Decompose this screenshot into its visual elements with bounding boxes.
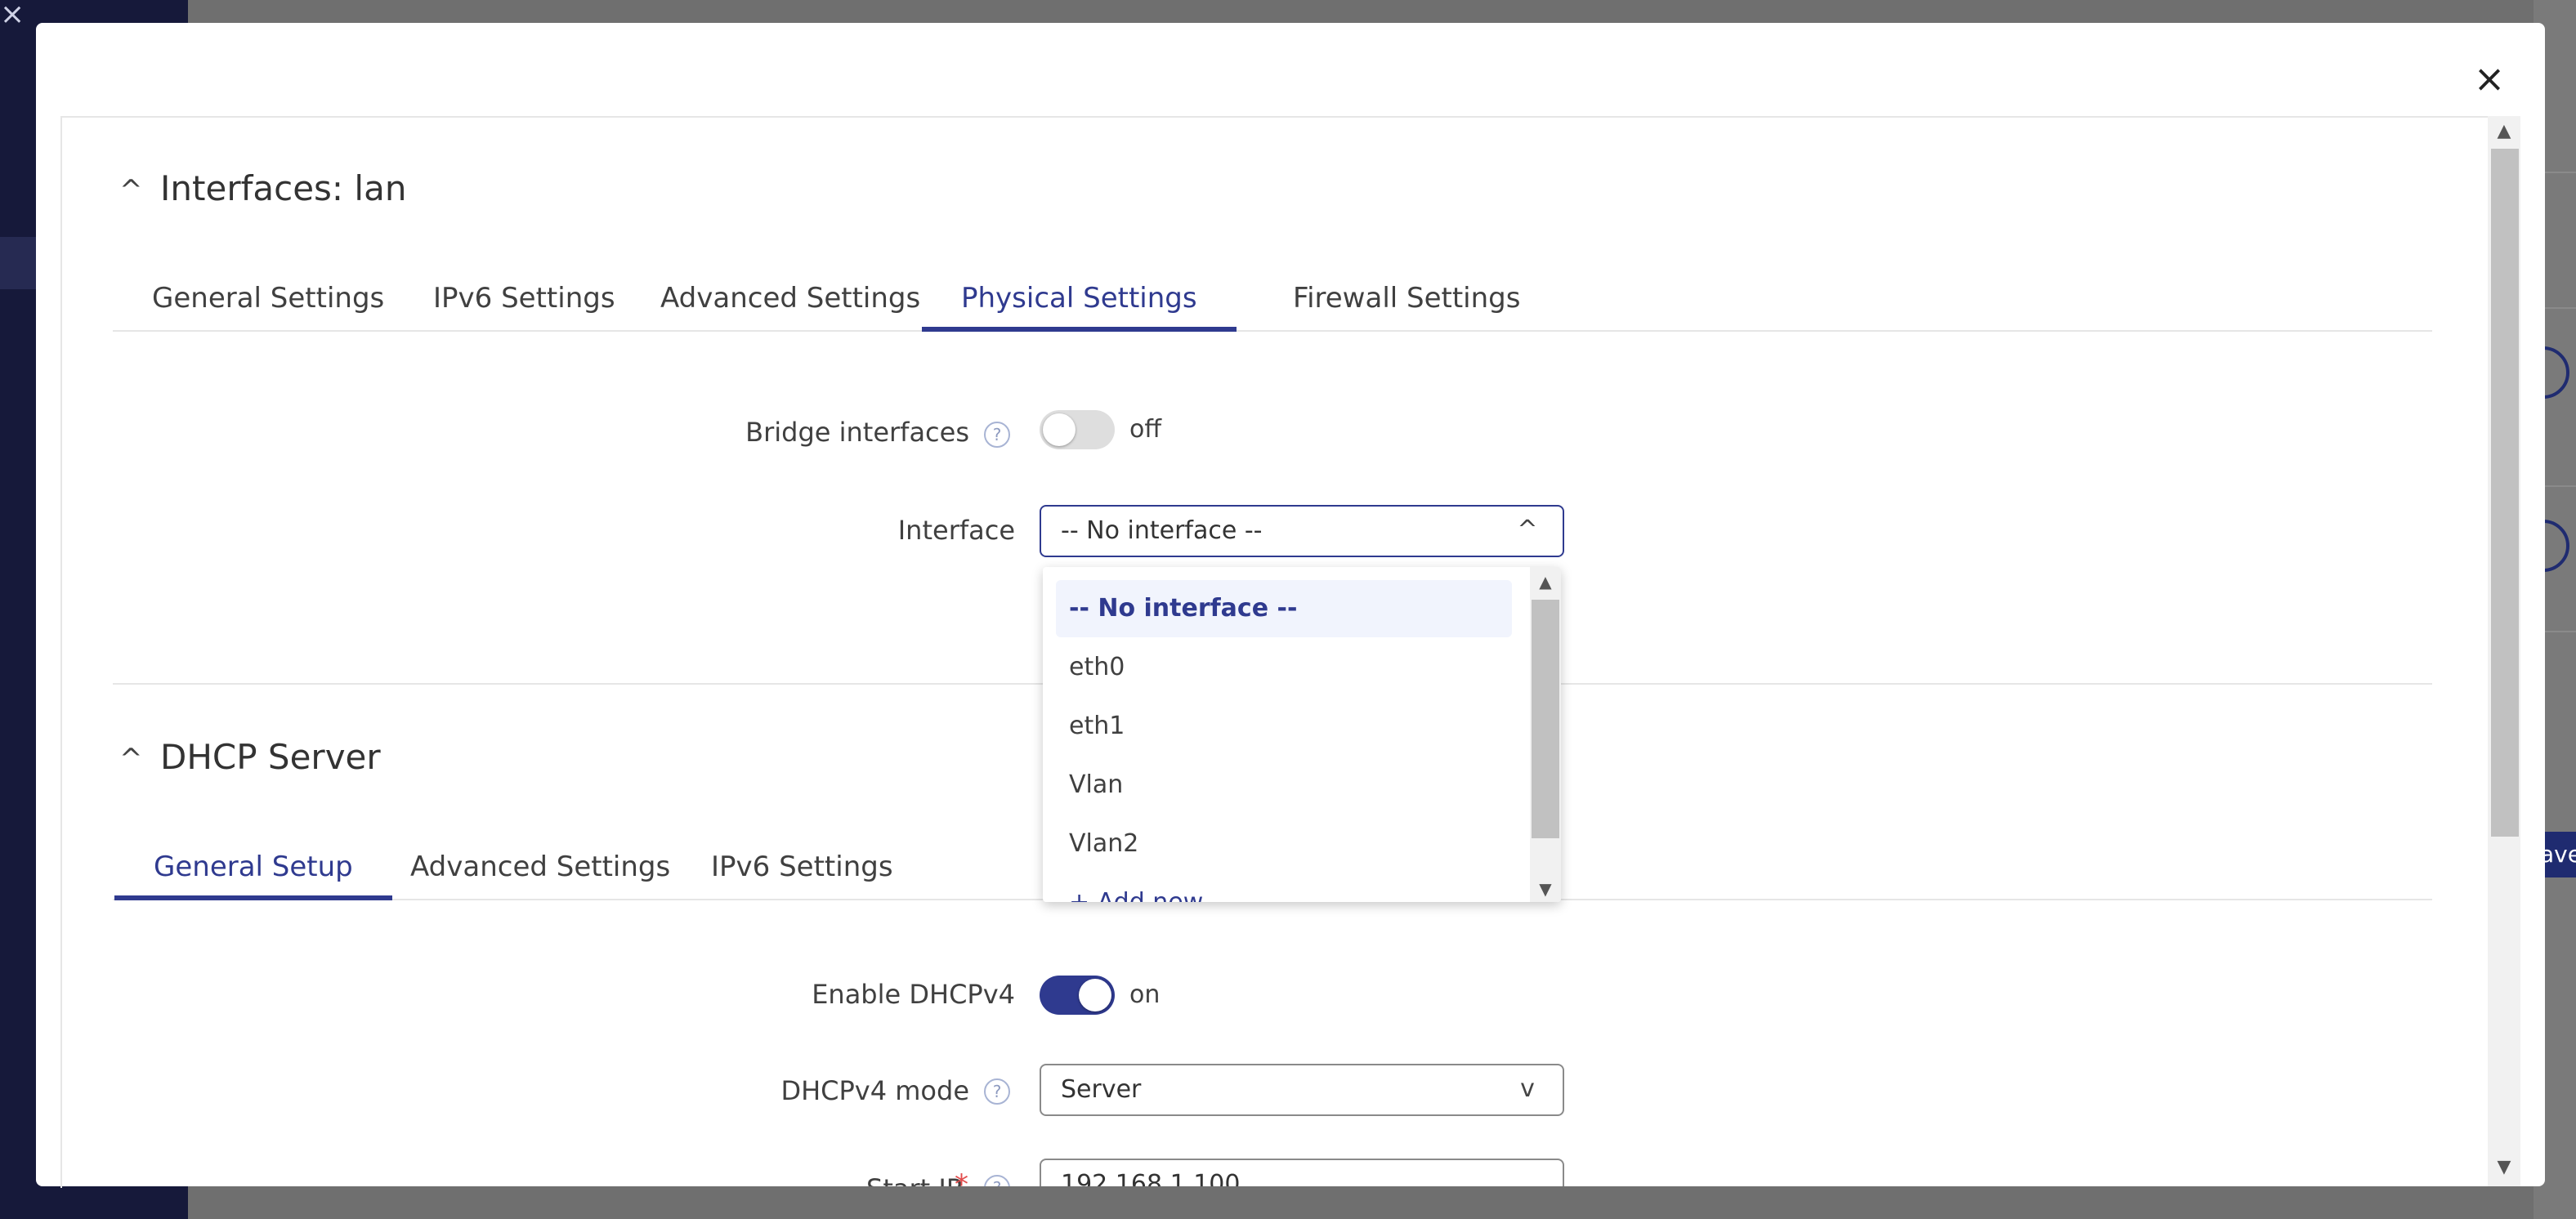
bridge-interfaces-label: Bridge interfaces	[745, 417, 969, 448]
dropdown-scroll-up-icon[interactable]: ▲	[1530, 570, 1561, 593]
help-icon[interactable]: ?	[984, 1078, 1010, 1105]
collapse-chevron-up-icon[interactable]: ^	[119, 745, 144, 773]
interface-select-value: -- No interface --	[1061, 516, 1263, 545]
tab-general-setup[interactable]: General Setup	[114, 835, 392, 900]
bridge-interfaces-state: off	[1129, 415, 1162, 444]
background-close-icon: ×	[0, 0, 25, 31]
tab-advanced-settings[interactable]: Advanced Settings	[621, 266, 959, 330]
dropdown-option-no-interface[interactable]: -- No interface --	[1056, 580, 1512, 637]
dropdown-option-eth1[interactable]: eth1	[1056, 698, 1512, 755]
scroll-down-arrow-icon[interactable]: ▼	[2488, 1155, 2520, 1180]
dropdown-option-vlan[interactable]: Vlan	[1056, 757, 1512, 814]
toggle-knob	[1043, 413, 1076, 446]
start-ip-input[interactable]: 192.168.1.100	[1040, 1159, 1564, 1186]
toggle-knob	[1079, 979, 1111, 1011]
tab-physical-settings[interactable]: Physical Settings	[922, 266, 1237, 332]
required-asterisk: *	[955, 1168, 968, 1186]
tab-advanced-settings[interactable]: Advanced Settings	[371, 835, 709, 899]
start-ip-value: 192.168.1.100	[1061, 1170, 1241, 1186]
dropdown-scroll-down-icon[interactable]: ▼	[1530, 877, 1561, 900]
modal-scrollbar-thumb[interactable]	[2491, 149, 2519, 837]
tab-firewall-settings[interactable]: Firewall Settings	[1254, 266, 1559, 330]
chevron-up-icon: ^	[1517, 516, 1538, 544]
enable-dhcpv4-label: Enable DHCPv4	[812, 979, 1015, 1010]
background-save-button: ave	[2540, 832, 2576, 877]
help-icon[interactable]: ?	[984, 422, 1010, 448]
interfaces-tab-bar: General Settings IPv6 Settings Advanced …	[113, 266, 2432, 332]
interface-dropdown-list: -- No interface -- eth0 eth1 Vlan Vlan2 …	[1043, 567, 1561, 902]
interface-select[interactable]: -- No interface -- ^	[1040, 505, 1564, 557]
tab-general-settings[interactable]: General Settings	[113, 266, 423, 330]
dropdown-option-add-new[interactable]: + Add new	[1056, 874, 1512, 902]
section-title-dhcp: DHCP Server	[160, 737, 381, 777]
section-title-interfaces: Interfaces: lan	[160, 168, 407, 208]
dhcpv4-mode-value: Server	[1061, 1075, 1142, 1104]
chevron-down-icon: v	[1520, 1074, 1535, 1103]
dropdown-scrollbar-thumb[interactable]	[1532, 600, 1559, 838]
scroll-up-arrow-icon[interactable]: ▲	[2488, 119, 2520, 144]
dropdown-option-vlan2[interactable]: Vlan2	[1056, 815, 1512, 873]
tab-ipv6-settings[interactable]: IPv6 Settings	[672, 835, 932, 899]
close-icon[interactable]: ×	[2470, 59, 2509, 98]
enable-dhcpv4-toggle[interactable]	[1040, 976, 1115, 1015]
start-ip-label: Start IP	[866, 1173, 962, 1186]
help-icon[interactable]: ?	[984, 1175, 1010, 1186]
dhcpv4-mode-label: DHCPv4 mode	[780, 1075, 969, 1106]
collapse-chevron-up-icon[interactable]: ^	[119, 176, 144, 204]
bridge-interfaces-toggle[interactable]	[1040, 410, 1115, 449]
tab-ipv6-settings[interactable]: IPv6 Settings	[394, 266, 655, 330]
dhcpv4-mode-select[interactable]: Server v	[1040, 1064, 1564, 1116]
interface-label: Interface	[897, 515, 1015, 546]
enable-dhcpv4-state: on	[1129, 980, 1161, 1009]
start-ip-row-clip: Start IP * ? 192.168.1.100	[60, 1144, 2488, 1186]
dropdown-option-eth0[interactable]: eth0	[1056, 639, 1512, 696]
